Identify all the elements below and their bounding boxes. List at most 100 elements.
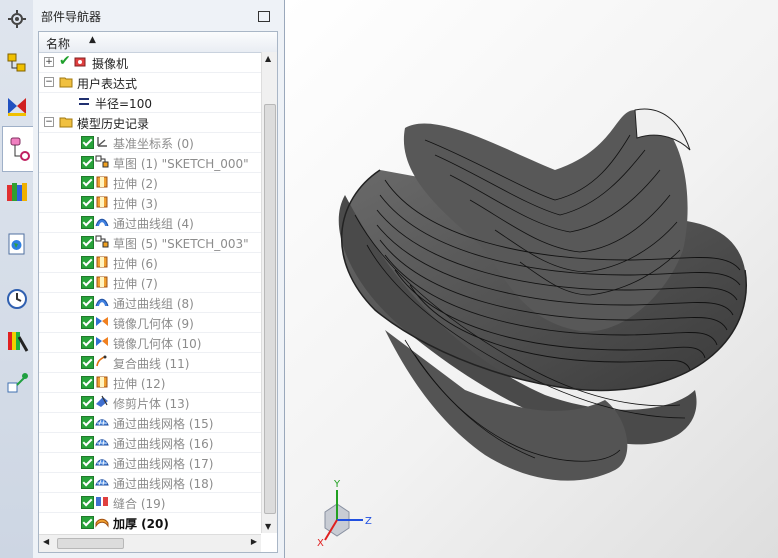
feature-checkbox[interactable] <box>81 416 94 429</box>
tree-row[interactable]: 草图 (5) "SKETCH_003" <box>39 232 261 253</box>
tree-node-label: 拉伸 (6) <box>113 257 158 271</box>
feature-checkbox[interactable] <box>81 316 94 329</box>
vertical-scrollbar[interactable]: ▲ ▼ <box>261 52 277 533</box>
tree-row[interactable]: 通过曲线网格 (16) <box>39 432 261 453</box>
tree-node-label: 拉伸 (12) <box>113 377 166 391</box>
tree-row[interactable]: − 用户表达式 <box>39 72 261 93</box>
horizontal-scrollbar[interactable]: ◀ ▶ <box>39 534 261 552</box>
axis-x-label: X <box>317 538 324 549</box>
tree-row[interactable]: 镜像几何体 (10) <box>39 332 261 353</box>
composite-curve-icon <box>95 355 109 368</box>
feature-checkbox[interactable] <box>81 196 94 209</box>
feature-checkbox[interactable] <box>81 256 94 269</box>
feature-checkbox[interactable] <box>81 136 94 149</box>
mirror-icon <box>95 315 109 328</box>
tree-row[interactable]: 基准坐标系 (0) <box>39 132 261 153</box>
tree-row[interactable]: 拉伸 (3) <box>39 192 261 213</box>
tree-node-label: 通过曲线网格 (15) <box>113 417 214 431</box>
extrude-icon <box>95 255 109 268</box>
tree-row[interactable]: 拉伸 (12) <box>39 372 261 393</box>
tree-row[interactable]: + ✔ 摄像机 <box>39 52 261 73</box>
axis-z-label: Z <box>365 516 372 527</box>
tree-row[interactable]: 通过曲线网格 (17) <box>39 452 261 473</box>
tree-row[interactable]: 草图 (1) "SKETCH_000" <box>39 152 261 173</box>
feature-checkbox[interactable] <box>81 456 94 469</box>
feature-checkbox[interactable] <box>81 356 94 369</box>
scroll-thumb-h[interactable] <box>57 538 124 549</box>
sort-ascending-icon[interactable]: ▲ <box>89 35 96 45</box>
tree-row[interactable]: 镜像几何体 (9) <box>39 312 261 333</box>
tree-node-label: 缝合 (19) <box>113 497 166 511</box>
scroll-thumb[interactable] <box>264 104 276 514</box>
scroll-right-icon[interactable]: ▶ <box>251 537 257 546</box>
tree-row[interactable]: 拉伸 (7) <box>39 272 261 293</box>
system-materials-icon[interactable] <box>5 329 29 353</box>
3d-model[interactable] <box>338 108 747 481</box>
tree-node-label: 通过曲线网格 (16) <box>113 437 214 451</box>
column-header[interactable]: 名称 ▲ <box>39 32 277 53</box>
part-navigator-tab[interactable] <box>2 126 33 172</box>
camera-icon <box>74 55 88 68</box>
feature-checkbox[interactable] <box>81 476 94 489</box>
tree-row[interactable]: 复合曲线 (11) <box>39 352 261 373</box>
reuse-library-icon[interactable] <box>5 180 29 204</box>
equals-icon <box>77 95 91 108</box>
tree-row[interactable]: 通过曲线网格 (18) <box>39 472 261 493</box>
tree-row[interactable]: 通过曲线组 (4) <box>39 212 261 233</box>
constraint-navigator-icon[interactable] <box>5 94 29 118</box>
extrude-icon <box>95 275 109 288</box>
graphics-window[interactable]: Y Z X <box>285 0 778 558</box>
tree-row[interactable]: 加厚 (20) <box>39 512 261 532</box>
tree-row[interactable]: 通过曲线网格 (15) <box>39 412 261 433</box>
feature-checkbox[interactable] <box>81 276 94 289</box>
gear-icon[interactable] <box>5 7 29 31</box>
expand-icon[interactable]: + <box>44 57 54 67</box>
maximize-icon[interactable] <box>258 11 270 22</box>
feature-tree: 名称 ▲ + ✔ 摄像机 − 用户表达式 半径=100 − 模型历史记录 基准坐标系 (0) 草图… <box>38 31 278 553</box>
tree-row[interactable]: 通过曲线组 (8) <box>39 292 261 313</box>
tree-row[interactable]: − 模型历史记录 <box>39 112 261 133</box>
tree-row[interactable]: 修剪片体 (13) <box>39 392 261 413</box>
collapse-icon[interactable]: − <box>44 117 54 127</box>
curve-mesh-icon <box>95 435 109 448</box>
assembly-navigator-icon[interactable] <box>5 52 29 76</box>
curve-mesh-icon <box>95 475 109 488</box>
tree-row[interactable]: 半径=100 <box>39 92 261 113</box>
tree-node-label: 修剪片体 (13) <box>113 397 190 411</box>
tree-row[interactable]: 拉伸 (2) <box>39 172 261 193</box>
visible-check-icon[interactable]: ✔ <box>59 53 71 69</box>
feature-checkbox[interactable] <box>81 176 94 189</box>
feature-checkbox[interactable] <box>81 436 94 449</box>
tree-rows: + ✔ 摄像机 − 用户表达式 半径=100 − 模型历史记录 基准坐标系 (0) 草图 (1) … <box>39 52 261 532</box>
tree-node-label: 拉伸 (3) <box>113 197 158 211</box>
feature-checkbox[interactable] <box>81 156 94 169</box>
feature-checkbox[interactable] <box>81 216 94 229</box>
history-icon[interactable] <box>5 287 29 311</box>
feature-checkbox[interactable] <box>81 496 94 509</box>
tree-node-label: 基准坐标系 (0) <box>113 137 194 151</box>
collapse-icon[interactable]: − <box>44 77 54 87</box>
feature-checkbox[interactable] <box>81 516 94 529</box>
tree-node-label: 用户表达式 <box>77 77 138 91</box>
resource-bar <box>0 0 34 558</box>
scroll-down-icon[interactable]: ▼ <box>265 522 271 531</box>
axis-y-label: Y <box>333 479 341 490</box>
feature-checkbox[interactable] <box>81 296 94 309</box>
feature-checkbox[interactable] <box>81 396 94 409</box>
extrude-icon <box>95 195 109 208</box>
tree-row[interactable]: 拉伸 (6) <box>39 252 261 273</box>
scroll-up-icon[interactable]: ▲ <box>265 54 271 63</box>
coordinate-triad: Y Z X <box>317 479 372 549</box>
feature-checkbox[interactable] <box>81 336 94 349</box>
feature-checkbox[interactable] <box>81 376 94 389</box>
tree-node-label: 加厚 (20) <box>113 517 169 531</box>
tree-row[interactable]: 缝合 (19) <box>39 492 261 513</box>
web-browser-icon[interactable] <box>5 232 29 256</box>
curve-mesh-icon <box>95 415 109 428</box>
datum-csys-icon <box>95 135 109 148</box>
through-curves-icon <box>95 215 109 228</box>
feature-checkbox[interactable] <box>81 236 94 249</box>
curve-mesh-icon <box>95 455 109 468</box>
process-studio-icon[interactable] <box>5 371 29 395</box>
scroll-left-icon[interactable]: ◀ <box>43 537 49 546</box>
